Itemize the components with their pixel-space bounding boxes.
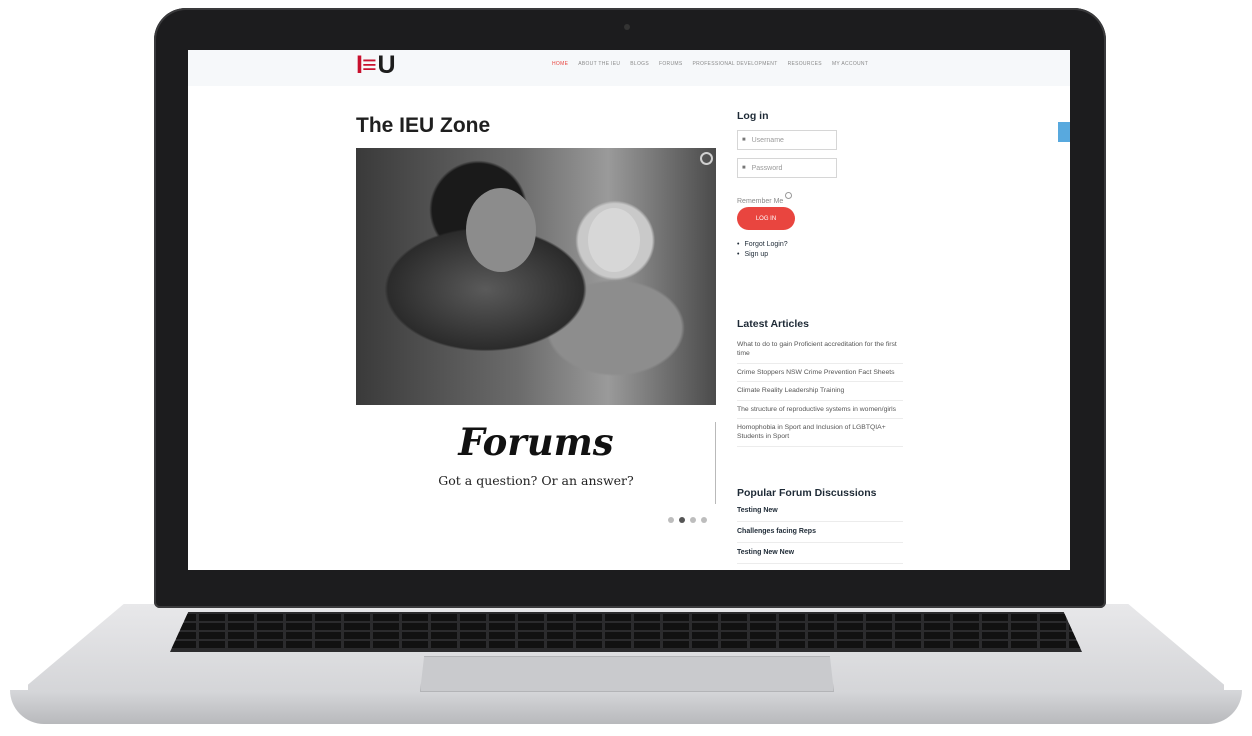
laptop-base-front [10,690,1242,724]
nav-professional-development[interactable]: PROFESSIONAL DEVELOPMENT [692,61,777,67]
article-link[interactable]: The structure of reproductive systems in… [737,401,903,420]
login-button[interactable]: LOG IN [737,207,795,230]
keyboard [170,612,1082,652]
camera [624,24,630,30]
popular-discussions: Popular Forum Discussions Testing New Ch… [737,487,903,564]
slider-dot-4[interactable] [701,517,707,523]
screen: I≡ U HOME ABOUT THE IEU BLOGS FORUMS PRO… [188,50,1070,570]
login-links: Forgot Login? Sign up [737,240,903,260]
logo-mark: I≡ [356,50,377,79]
latest-heading: Latest Articles [737,318,809,330]
discussion-link[interactable]: Testing New New [737,543,903,564]
slider-image [356,148,716,405]
nav-about[interactable]: ABOUT THE IEU [578,61,620,67]
article-link[interactable]: Homophobia in Sport and Inclusion of LGB… [737,419,903,447]
password-field[interactable]: ■ Password [737,158,837,178]
user-icon: ■ [742,137,746,143]
slide-subtitle: Got a question? Or an answer? [438,473,634,488]
article-link[interactable]: What to do to gain Proficient accreditat… [737,336,903,364]
slider-dot-3[interactable] [690,517,696,523]
username-field[interactable]: ■ Username [737,130,837,150]
discussion-link[interactable]: Testing New [737,501,903,522]
article-link[interactable]: Climate Reality Leadership Training [737,382,903,401]
latest-articles: Latest Articles What to do to gain Profi… [737,318,903,447]
twitter-icon[interactable] [1058,122,1070,142]
slide-title: Forums [458,420,614,464]
slider-dots [668,517,707,523]
laptop-mockup: I≡ U HOME ABOUT THE IEU BLOGS FORUMS PRO… [0,0,1252,736]
remember-label: Remember Me [737,198,784,205]
login-heading: Log in [737,110,769,122]
ieu-logo[interactable]: I≡ U [356,52,408,78]
photo-person-1 [466,188,536,272]
slider-dot-2[interactable] [679,517,685,523]
nav-my-account[interactable]: MY ACCOUNT [832,61,868,67]
lock-icon: ■ [742,165,746,171]
page-title: The IEU Zone [356,114,491,137]
slider-dot-1[interactable] [668,517,674,523]
nav-forums[interactable]: FORUMS [659,61,682,67]
remember-me: Remember Me [737,192,903,205]
login-panel: Log in ■ Username ■ Password Remember Me… [737,110,903,260]
signup-link[interactable]: Sign up [737,250,903,260]
password-placeholder: Password [751,164,783,172]
discussion-link[interactable]: Challenges facing Reps [737,522,903,543]
photo-person-2 [588,208,640,272]
trackpad [420,656,834,692]
nav-resources[interactable]: RESOURCES [788,61,822,67]
remember-checkbox[interactable] [785,192,793,199]
pause-icon[interactable] [700,152,713,165]
nav-home[interactable]: HOME [552,61,568,67]
article-link[interactable]: Crime Stoppers NSW Crime Prevention Fact… [737,364,903,383]
header-bar: I≡ U HOME ABOUT THE IEU BLOGS FORUMS PRO… [188,50,1070,86]
forgot-login-link[interactable]: Forgot Login? [737,240,903,250]
nav-blogs[interactable]: BLOGS [630,61,649,67]
logo-mark-u: U [377,50,396,79]
username-placeholder: Username [751,136,784,144]
main-nav: HOME ABOUT THE IEU BLOGS FORUMS PROFESSI… [552,61,868,67]
popular-heading: Popular Forum Discussions [737,487,877,499]
